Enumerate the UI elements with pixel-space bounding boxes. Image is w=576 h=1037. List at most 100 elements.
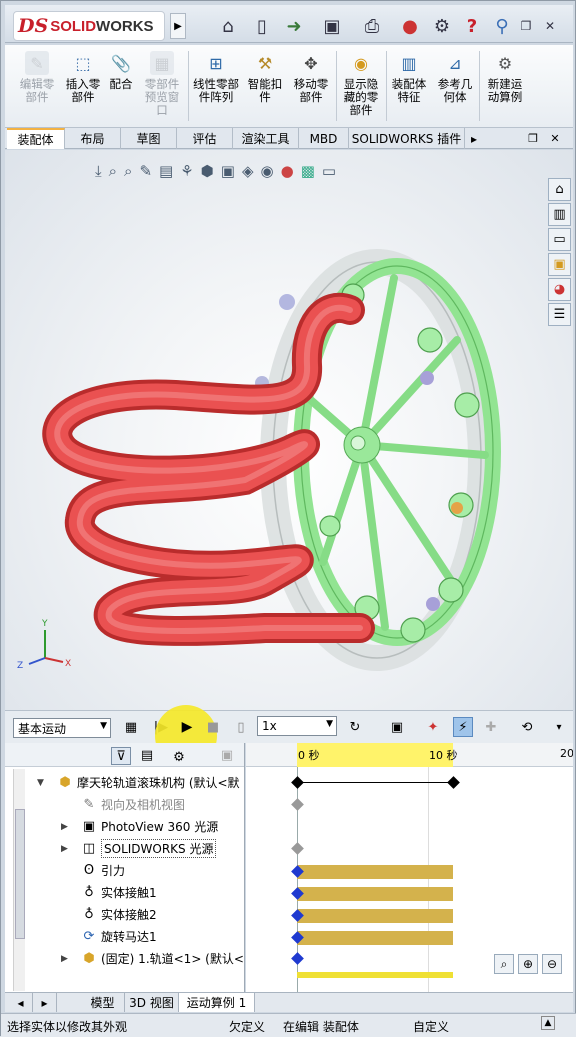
save-icon[interactable]: ▣ bbox=[319, 13, 345, 39]
tab-layout[interactable]: 布局 bbox=[65, 128, 121, 149]
tab-sketch[interactable]: 草图 bbox=[121, 128, 177, 149]
tab-assembly[interactable]: 装配体 bbox=[7, 128, 65, 149]
playback-slider-icon[interactable]: ▯ bbox=[231, 717, 251, 737]
key-point[interactable] bbox=[291, 842, 304, 855]
zoom-out-icon[interactable]: ⊖ bbox=[542, 954, 562, 974]
filter-driving-icon[interactable]: ⚙ bbox=[171, 749, 187, 765]
svg-text:X: X bbox=[65, 659, 71, 669]
view-palette-icon[interactable]: ▣ bbox=[548, 253, 571, 276]
key-point[interactable] bbox=[447, 776, 460, 789]
insert-component-button[interactable]: ⬚ 插入零 部件 bbox=[61, 47, 105, 125]
filter-selected-icon[interactable]: ▣ bbox=[219, 747, 235, 763]
design-library-icon[interactable]: ▥ bbox=[548, 203, 571, 226]
photoview-lights-icon: ▣ bbox=[82, 819, 96, 834]
save-animation-icon[interactable]: ▣ bbox=[387, 717, 407, 737]
study-type-select[interactable]: 基本运动 ▼ bbox=[13, 718, 111, 738]
playback-mode-icon[interactable]: ↻ bbox=[345, 717, 365, 737]
motion-timeline[interactable]: 0 秒 10 秒 20 ⌕ ⊕ ⊖ bbox=[246, 743, 573, 992]
zoom-in-icon[interactable]: ⊕ bbox=[518, 954, 538, 974]
help-icon[interactable]: ? bbox=[459, 13, 485, 39]
appearances-icon[interactable]: ◕ bbox=[548, 278, 571, 301]
key-point[interactable] bbox=[291, 952, 304, 965]
time-label-0: 0 秒 bbox=[298, 749, 320, 762]
add-key-icon[interactable]: ✚ bbox=[481, 717, 501, 737]
tab-mbd[interactable]: MBD bbox=[299, 128, 349, 149]
motor-time-bar bbox=[297, 931, 453, 945]
close-pane-icon[interactable]: ✕ bbox=[547, 128, 563, 149]
tree-scrollbar[interactable] bbox=[13, 769, 25, 991]
zoom-to-fit-timeline-icon[interactable]: ⌕ bbox=[494, 954, 514, 974]
solidworks-resources-icon[interactable]: ⌂ bbox=[548, 178, 571, 201]
more-tools-icon[interactable]: ▾ bbox=[549, 717, 569, 737]
status-units[interactable]: 自定义 bbox=[413, 1018, 449, 1035]
timeline-zoom-controls: ⌕ ⊕ ⊖ bbox=[494, 954, 562, 974]
timeline-ruler: 0 秒 10 秒 20 bbox=[246, 743, 573, 767]
reference-geometry-button[interactable]: ⊿ 参考几 何体 bbox=[433, 47, 477, 125]
time-label-20: 20 bbox=[560, 747, 573, 760]
camera-icon: ✎ bbox=[83, 797, 95, 812]
component-preview-button[interactable]: ▦ 零部件 预览窗 口 bbox=[139, 47, 185, 125]
autokey-icon[interactable]: ⚡ bbox=[453, 717, 473, 737]
home-icon[interactable]: ⌂ bbox=[215, 13, 241, 39]
assembly-features-button[interactable]: ▥ 装配体 特征 bbox=[387, 47, 431, 125]
filter-animated-icon[interactable]: ▤ bbox=[139, 747, 155, 763]
tab-scroll-left-icon[interactable]: ◂ bbox=[9, 993, 33, 1012]
options-icon[interactable]: ⚙ bbox=[429, 13, 455, 39]
key-point[interactable] bbox=[291, 798, 304, 811]
assembly-key-line bbox=[297, 782, 453, 783]
play-icon[interactable]: ▶ bbox=[177, 717, 197, 737]
status-tags-icon[interactable]: ▲ bbox=[541, 1016, 555, 1030]
search-icon[interactable]: ⚲ bbox=[489, 13, 515, 39]
move-component-button[interactable]: ✥ 移动零 部件 bbox=[289, 47, 333, 125]
open-file-icon[interactable]: ➜ bbox=[281, 13, 307, 39]
stop-icon[interactable]: ■ bbox=[203, 717, 223, 737]
show-hidden-icon: ◉ bbox=[354, 53, 368, 73]
tree-filter-bar: ⊽ ▤ ⚙ ▣ bbox=[5, 743, 244, 767]
restore-pane-icon[interactable]: ❐ bbox=[525, 128, 541, 149]
tab-scroll-right-icon[interactable]: ▸ bbox=[33, 993, 57, 1012]
filter-icon[interactable]: ⊽ bbox=[111, 747, 131, 765]
motor-icon[interactable]: ⟲ bbox=[517, 717, 537, 737]
tab-solidworks-addins[interactable]: SOLIDWORKS 插件 bbox=[349, 128, 465, 149]
edit-component-button[interactable]: ✎ 编辑零 部件 bbox=[13, 47, 61, 125]
tab-motion-study-1[interactable]: 运动算例 1 bbox=[179, 993, 255, 1012]
status-message: 选择实体以修改其外观 bbox=[7, 1020, 128, 1034]
tab-model[interactable]: 模型 bbox=[81, 993, 125, 1012]
graphics-viewport[interactable]: ⤓ ⌕ ⌕ ✎ ▤ ⚘ ⬢ ▣ ◈ ◉ ● ▩ ▭ Y X Z bbox=[5, 150, 573, 710]
restore-window-icon[interactable]: ❐ bbox=[513, 13, 539, 39]
status-bar: 选择实体以修改其外观 欠定义 在编辑 装配体 自定义 ▲ bbox=[1, 1013, 576, 1037]
command-manager-tabs: 装配体 布局 草图 评估 渲染工具 MBD SOLIDWORKS 插件 ▸ ❐ … bbox=[5, 127, 573, 149]
linear-pattern-button[interactable]: ⊞ 线性零部 件阵列 bbox=[189, 47, 243, 125]
new-motion-study-button[interactable]: ⚙ 新建运 动算例 bbox=[481, 47, 529, 125]
show-hidden-components-button[interactable]: ◉ 显示隐 藏的零 部件 bbox=[339, 47, 383, 125]
edit-component-icon: ✎ bbox=[25, 51, 49, 75]
calculate-icon[interactable]: ▦ bbox=[121, 717, 141, 737]
component-preview-icon: ▦ bbox=[150, 51, 174, 75]
assembly-icon: ⬢ bbox=[59, 775, 71, 790]
contact2-time-bar bbox=[297, 909, 453, 923]
key-point[interactable] bbox=[291, 776, 304, 789]
tab-render-tools[interactable]: 渲染工具 bbox=[233, 128, 299, 149]
animation-wizard-icon[interactable]: ✦ bbox=[423, 717, 443, 737]
brand-name: SOLID bbox=[50, 17, 97, 35]
assembly-features-icon: ▥ bbox=[401, 53, 417, 73]
menu-flyout-button[interactable]: ▶ bbox=[170, 13, 186, 39]
rebuild-traffic-light-icon[interactable]: ● bbox=[397, 13, 423, 39]
custom-properties-icon[interactable]: ☰ bbox=[548, 303, 571, 326]
contact1-time-bar bbox=[297, 887, 453, 901]
file-explorer-icon[interactable]: ▭ bbox=[548, 228, 571, 251]
linear-pattern-icon: ⊞ bbox=[209, 53, 223, 73]
mate-button[interactable]: 📎 配合 bbox=[105, 47, 137, 125]
tab-3d-views[interactable]: 3D 视图 bbox=[125, 993, 179, 1012]
smart-fasteners-button[interactable]: ⚒ 智能扣 件 bbox=[245, 47, 285, 125]
print-icon[interactable]: ⎙ bbox=[359, 13, 385, 39]
tab-evaluate[interactable]: 评估 bbox=[177, 128, 233, 149]
status-editing: 在编辑 装配体 bbox=[283, 1020, 359, 1034]
playback-speed-select[interactable]: 1x ▼ bbox=[257, 716, 337, 736]
tree-scrollbar-thumb[interactable] bbox=[15, 809, 25, 939]
tab-scroll-icon[interactable]: ▸ bbox=[467, 128, 481, 149]
gravity-icon: ʘ bbox=[83, 863, 95, 878]
close-window-icon[interactable]: ✕ bbox=[537, 13, 563, 39]
solidworks-logo[interactable]: DS SOLIDWORKS bbox=[13, 11, 165, 41]
new-document-icon[interactable]: ▯ bbox=[249, 13, 275, 39]
